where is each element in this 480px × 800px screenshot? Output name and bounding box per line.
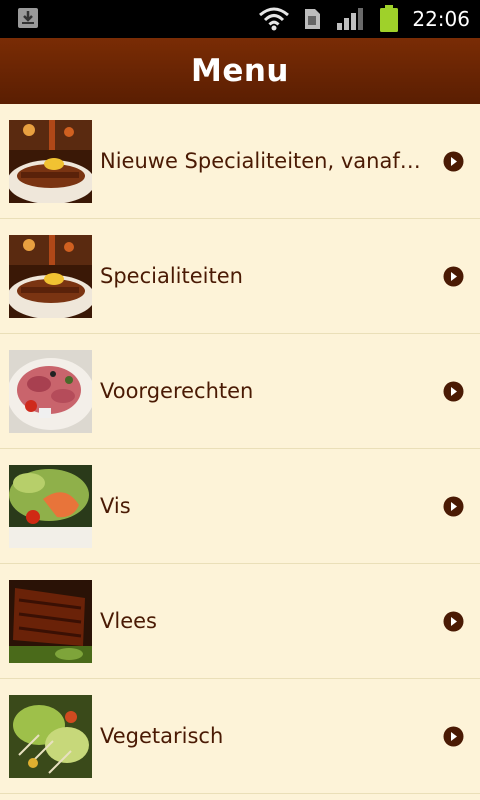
menu-item-label: Vlees [100,609,157,633]
download-icon [18,8,38,28]
chevron-right-circle-icon[interactable] [443,151,464,172]
status-time: 22:06 [412,7,470,31]
sim-icon [305,9,320,29]
menu-item-label: Vis [100,494,131,518]
ribs-dish-thumbnail [9,235,92,318]
vegetable-dish-thumbnail [9,695,92,778]
menu-item-label: Vegetarisch [100,724,224,748]
chevron-right-circle-icon[interactable] [443,611,464,632]
menu-item-nieuwe-specialiteiten[interactable]: Nieuwe Specialiteiten, vanaf 11 o... [0,104,480,219]
chevron-right-circle-icon[interactable] [443,496,464,517]
chevron-right-circle-icon[interactable] [443,726,464,747]
menu-item-label: Voorgerechten [100,379,254,403]
menu-item-specialiteiten[interactable]: Specialiteiten [0,219,480,334]
menu-item-vis[interactable]: Vis [0,449,480,564]
page-title: Menu [190,53,289,89]
carpaccio-thumbnail [9,350,92,433]
status-bar: 22:06 [0,0,480,38]
spare-ribs-thumbnail [9,580,92,663]
chevron-right-circle-icon[interactable] [443,381,464,402]
menu-item-label: Specialiteiten [100,264,243,288]
menu-item-vegetarisch[interactable]: Vegetarisch [0,679,480,794]
menu-item-voorgerechten[interactable]: Voorgerechten [0,334,480,449]
ribs-dish-thumbnail [9,120,92,203]
wifi-icon [259,7,289,31]
shrimp-salad-thumbnail [9,465,92,548]
signal-icon [337,8,363,30]
chevron-right-circle-icon[interactable] [443,266,464,287]
battery-icon [380,5,398,32]
menu-item-label: Nieuwe Specialiteiten, vanaf 11 o... [100,149,425,173]
menu-item-vlees[interactable]: Vlees [0,564,480,679]
menu-list: Nieuwe Specialiteiten, vanaf 11 o... Spe… [0,104,480,794]
app-bar: Menu [0,38,480,105]
